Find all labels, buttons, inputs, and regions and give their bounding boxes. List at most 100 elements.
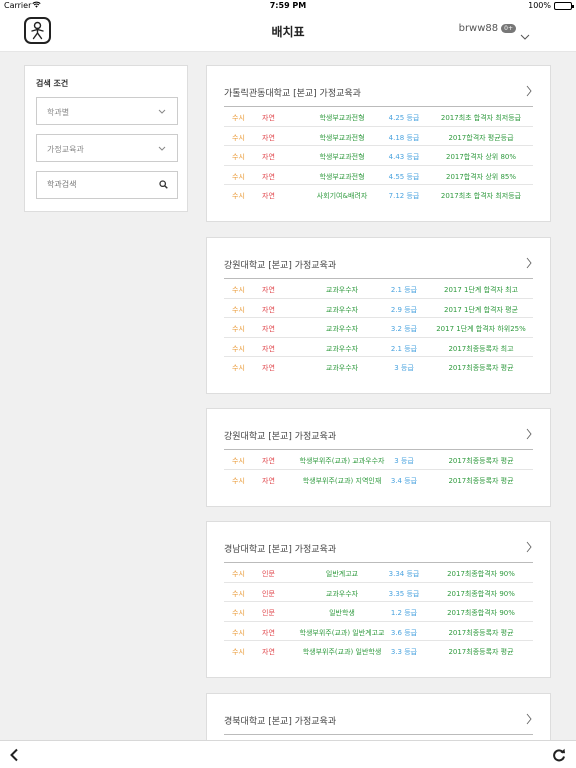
result-card[interactable]: 강원대학교 [본교] 가정교육과 수시 자연 학생부위주(교과) 교과우수자 3 등급… <box>206 408 551 507</box>
field-label: 자연 <box>262 344 275 353</box>
university-title: 강원대학교 [본교] 가정교육과 <box>224 261 337 271</box>
divider <box>224 734 533 735</box>
university-title: 가톨릭관동대학교 [본교] 가정교육과 <box>224 89 361 99</box>
admission-row: 수시 인문 일반학생 1.2 등급 2017최종합격자 90% <box>224 602 533 622</box>
category-select-value: 학과별 <box>47 108 70 117</box>
admission-rows: 수시 자연 교과우수자 2.1 등급 2017 1단계 합격자 최고 수시 자연 교과우수자 2… <box>224 279 533 377</box>
grade-value: 3.35 등급 <box>388 589 420 598</box>
admission-row: 수시 자연 교과우수자 2.1 등급 2017최종등록자 최고 <box>224 338 533 358</box>
grade-value: 2.1 등급 <box>390 286 418 294</box>
admission-note: 2017최종합격자 90% <box>447 589 515 598</box>
field-label: 자연 <box>262 192 275 201</box>
university-title: 경남대학교 [본교] 가정교육과 <box>224 545 337 555</box>
admission-type: 수시 <box>232 476 245 485</box>
admission-type: 수시 <box>232 305 245 314</box>
field-label: 자연 <box>262 286 275 294</box>
admission-row: 수시 자연 교과우수자 3 등급 2017최종등록자 평균 <box>224 357 533 377</box>
grade-value: 3 등급 <box>394 364 414 373</box>
admission-method: 교과우수자 <box>325 364 359 373</box>
field-label: 인문 <box>262 589 275 598</box>
result-card[interactable]: 가톨릭관동대학교 [본교] 가정교육과 수시 자연 학생부교과전형 4.25 등급 20… <box>206 65 551 222</box>
bottom-toolbar <box>0 740 576 768</box>
admission-method: 학생부교과전형 <box>319 172 365 181</box>
result-card[interactable]: 강원대학교 [본교] 가정교육과 수시 자연 교과우수자 2.1 등급 2017 1단계… <box>206 237 551 394</box>
field-label: 자연 <box>262 114 275 122</box>
admission-row: 수시 자연 학생부교과전형 4.55 등급 2017합격자 상위 85% <box>224 166 533 186</box>
field-label: 자연 <box>262 172 275 181</box>
admission-note: 2017합격자 상위 80% <box>445 153 517 162</box>
chevron-right-icon[interactable] <box>526 257 532 272</box>
admission-row: 수시 자연 학생부교과전형 4.18 등급 2017합격자 평균등급 <box>224 127 533 147</box>
admission-row: 수시 자연 학생부위주(교과) 일반학생 3.3 등급 2017최종등록자 평균 <box>224 641 533 661</box>
admission-note: 2017최초 합격자 최저등급 <box>440 192 522 201</box>
admission-method: 교과우수자 <box>325 286 359 294</box>
admission-type: 수시 <box>232 192 245 201</box>
admission-type: 수시 <box>232 133 245 142</box>
category-select[interactable]: 학과별 <box>36 97 178 125</box>
grade-value: 4.18 등급 <box>388 133 420 142</box>
grade-value: 3.2 등급 <box>390 325 418 334</box>
admission-row: 수시 인문 교과우수자 3.35 등급 2017최종합격자 90% <box>224 583 533 603</box>
search-icon[interactable] <box>159 180 168 191</box>
grade-value: 3.34 등급 <box>388 570 420 578</box>
admission-method: 학생부교과전형 <box>319 114 365 122</box>
admission-type: 수시 <box>232 570 245 578</box>
admission-rows: 수시 인문 일반계고교 3.34 등급 2017최종합격자 90% 수시 인문 교과우수자 3.… <box>224 563 533 661</box>
filter-title: 검색 조건 <box>36 79 69 88</box>
admission-note: 2017 1단계 합격자 최고 <box>443 286 519 294</box>
admission-type: 수시 <box>232 114 245 122</box>
grade-value: 4.43 등급 <box>388 153 420 162</box>
admission-method: 교과우수자 <box>325 589 359 598</box>
admission-row: 수시 자연 교과우수자 2.9 등급 2017 1단계 합격자 평균 <box>224 299 533 319</box>
nav-bar: 배치표 brww88 0+ <box>0 12 576 52</box>
admission-type: 수시 <box>232 325 245 334</box>
chevron-right-icon[interactable] <box>526 85 532 100</box>
grade-value: 2.1 등급 <box>390 344 418 353</box>
chevron-right-icon[interactable] <box>526 541 532 556</box>
admission-rows: 수시 자연 학생부위주(교과) 교과우수자 3 등급 2017최종등록자 평균 수시 자연 학… <box>224 450 533 489</box>
field-label: 자연 <box>262 628 275 637</box>
username: brww88 <box>458 23 499 34</box>
admission-method: 학생부교과전형 <box>319 133 365 142</box>
grade-value: 3 등급 <box>394 457 414 465</box>
admission-type: 수시 <box>232 344 245 353</box>
chevron-down-icon <box>158 107 166 116</box>
admission-note: 2017최종등록자 평균 <box>448 648 514 657</box>
result-card[interactable]: 경남대학교 [본교] 가정교육과 수시 인문 일반계고교 3.34 등급 2017최종합… <box>206 521 551 678</box>
admission-type: 수시 <box>232 589 245 598</box>
admission-method: 학생부위주(교과) 교과우수자 <box>299 457 385 465</box>
field-label: 자연 <box>262 305 275 314</box>
department-select[interactable]: 가정교육과 <box>36 134 178 162</box>
grade-value: 3.3 등급 <box>390 648 418 657</box>
chevron-left-icon[interactable] <box>9 747 19 766</box>
search-conditions-panel: 검색 조건 학과별 가정교육과 <box>24 65 188 212</box>
chevron-down-icon[interactable] <box>520 25 530 44</box>
department-search-field[interactable] <box>36 171 178 199</box>
refresh-icon[interactable] <box>552 747 566 766</box>
admission-method: 일반계고교 <box>325 570 359 578</box>
admission-note: 2017최종등록자 평균 <box>448 457 514 465</box>
admission-method: 교과우수자 <box>325 325 359 334</box>
chevron-down-icon <box>158 144 166 153</box>
field-label: 자연 <box>262 476 275 485</box>
grade-value: 1.2 등급 <box>390 609 418 618</box>
user-menu[interactable]: brww88 0+ <box>459 23 516 34</box>
clock: 7:59 PM <box>269 1 307 10</box>
admission-row: 수시 자연 학생부위주(교과) 지역인재 3.4 등급 2017최종등록자 평균 <box>224 470 533 490</box>
chevron-right-icon[interactable] <box>526 428 532 443</box>
chevron-right-icon[interactable] <box>526 713 532 728</box>
admission-note: 2017합격자 평균등급 <box>448 133 514 142</box>
grade-value: 3.6 등급 <box>390 628 418 637</box>
search-input[interactable] <box>47 180 147 189</box>
admission-note: 2017최종등록자 최고 <box>448 344 514 353</box>
admission-method: 학생부위주(교과) 지역인재 <box>302 476 382 485</box>
field-label: 자연 <box>262 457 275 465</box>
notification-badge: 0+ <box>501 24 516 33</box>
battery-indicator: 100% <box>528 1 574 10</box>
admission-note: 2017최종등록자 평균 <box>448 476 514 485</box>
admission-method: 학생부위주(교과) 일반계고교 <box>299 628 385 637</box>
status-bar: Carrier 7:59 PM 100% <box>0 0 576 12</box>
admission-type: 수시 <box>232 172 245 181</box>
battery-percent: 100% <box>528 1 551 10</box>
admission-row: 수시 자연 교과우수자 2.1 등급 2017 1단계 합격자 최고 <box>224 279 533 299</box>
